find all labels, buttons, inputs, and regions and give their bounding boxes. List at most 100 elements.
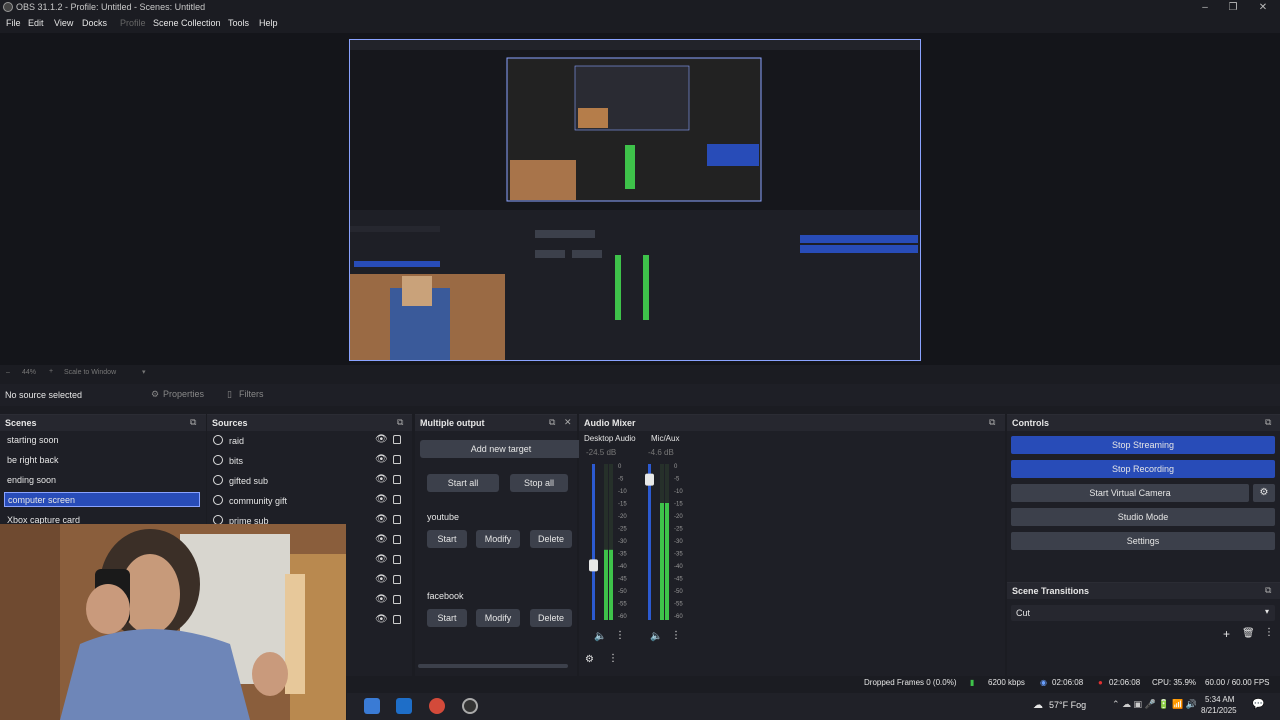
weather-icon: ☁ <box>1033 700 1043 711</box>
volume-fader-track[interactable] <box>592 464 595 620</box>
lock-icon[interactable] <box>393 555 401 564</box>
file-explorer-icon[interactable] <box>364 698 380 714</box>
scene-item[interactable]: ending soon <box>4 473 200 488</box>
eye-icon[interactable]: 👁 <box>375 514 388 525</box>
eye-icon[interactable]: 👁 <box>375 494 388 505</box>
eye-icon[interactable]: 👁 <box>375 454 388 465</box>
chevron-down-icon[interactable]: ▾ <box>142 368 146 376</box>
speaker-icon[interactable]: 🔈 <box>650 631 662 642</box>
start-all-button[interactable]: Start all <box>427 474 499 492</box>
dock-float-icon[interactable]: ⧉ <box>1265 585 1271 596</box>
eye-icon[interactable]: 👁 <box>375 434 388 445</box>
target-delete-button[interactable]: Delete <box>530 530 572 548</box>
target-start-button[interactable]: Start <box>427 609 467 627</box>
eye-icon[interactable]: 👁 <box>375 534 388 545</box>
volume-fader-track[interactable] <box>648 464 651 620</box>
menu-profile[interactable]: Profile <box>120 18 146 28</box>
notifications-icon[interactable]: 💬 <box>1252 699 1264 710</box>
eye-icon[interactable]: 👁 <box>375 574 388 585</box>
lock-icon[interactable] <box>393 575 401 584</box>
lock-icon[interactable] <box>393 615 401 624</box>
menu-edit[interactable]: Edit <box>28 18 44 28</box>
volume-fader-handle[interactable] <box>645 473 654 486</box>
webcam-overlay <box>0 524 346 720</box>
scene-item-selected[interactable]: computer screen <box>4 492 200 507</box>
studio-mode-button[interactable]: Studio Mode <box>1011 508 1275 526</box>
menu-tools[interactable]: Tools <box>228 18 249 28</box>
meter-scale-label: -50 <box>618 589 627 595</box>
dock-float-icon[interactable]: ⧉ <box>549 417 555 428</box>
chrome-icon[interactable] <box>429 698 445 714</box>
stop-streaming-button[interactable]: Stop Streaming <box>1011 436 1275 454</box>
more-options-icon[interactable]: ⋮ <box>671 630 681 641</box>
program-preview[interactable] <box>349 39 921 361</box>
clock-date[interactable]: 8/21/2025 <box>1201 706 1237 715</box>
horizontal-scrollbar[interactable] <box>418 664 568 668</box>
menu-docks[interactable]: Docks <box>82 18 107 28</box>
scale-dropdown[interactable]: Scale to Window <box>64 369 116 376</box>
meter-scale-label: -25 <box>618 527 627 533</box>
add-target-button[interactable]: Add new target <box>420 440 582 458</box>
target-modify-button[interactable]: Modify <box>476 530 520 548</box>
clock-time[interactable]: 5:34 AM <box>1205 695 1234 704</box>
obs-taskbar-icon[interactable] <box>462 698 478 714</box>
more-options-icon[interactable]: ⋮ <box>608 653 618 664</box>
eye-icon[interactable]: 👁 <box>375 614 388 625</box>
scene-item[interactable]: starting soon <box>4 433 200 448</box>
virtual-camera-settings-icon[interactable]: ⚙ <box>1253 484 1275 502</box>
source-row[interactable]: gifted sub 👁 <box>213 474 405 489</box>
lock-icon[interactable] <box>393 495 401 504</box>
more-options-icon[interactable]: ⋮ <box>1264 627 1274 638</box>
eye-icon[interactable]: 👁 <box>375 554 388 565</box>
menu-view[interactable]: View <box>54 18 73 28</box>
scene-transitions-title: Scene Transitions <box>1012 586 1090 596</box>
lock-icon[interactable] <box>393 595 401 604</box>
minimize-icon[interactable]: – <box>1190 0 1220 16</box>
transition-select[interactable]: Cut ▾ <box>1011 605 1275 621</box>
filters-button[interactable]: Filters <box>239 389 264 399</box>
eye-icon[interactable]: 👁 <box>375 594 388 605</box>
target-delete-button[interactable]: Delete <box>530 609 572 627</box>
dock-float-icon[interactable]: ⧉ <box>397 417 403 428</box>
outlook-icon[interactable] <box>396 698 412 714</box>
zoom-out-icon[interactable]: – <box>6 369 10 376</box>
source-label: gifted sub <box>229 476 269 486</box>
menu-scene-collection[interactable]: Scene Collection <box>153 18 221 28</box>
lock-icon[interactable] <box>393 455 401 464</box>
source-row[interactable]: community gift 👁 <box>213 494 405 509</box>
add-icon[interactable]: + <box>1223 627 1230 641</box>
start-virtual-camera-button[interactable]: Start Virtual Camera <box>1011 484 1249 502</box>
maximize-icon[interactable]: ❐ <box>1218 0 1248 16</box>
stop-all-button[interactable]: Stop all <box>510 474 568 492</box>
lock-icon[interactable] <box>393 535 401 544</box>
weather-text[interactable]: 57°F Fog <box>1049 700 1086 710</box>
menu-file[interactable]: File <box>6 18 21 28</box>
dock-float-icon[interactable]: ⧉ <box>989 417 995 428</box>
properties-button[interactable]: Properties <box>163 389 204 399</box>
lock-icon[interactable] <box>393 515 401 524</box>
source-row[interactable]: bits 👁 <box>213 454 405 469</box>
stop-recording-button[interactable]: Stop Recording <box>1011 460 1275 478</box>
settings-button[interactable]: Settings <box>1011 532 1275 550</box>
scene-item[interactable]: be right back <box>4 453 200 468</box>
volume-fader-handle[interactable] <box>589 559 598 572</box>
mixer-settings-icon[interactable]: ⚙ <box>585 654 594 665</box>
zoom-bar: – 44% + Scale to Window ▾ <box>0 366 1280 380</box>
dock-float-icon[interactable]: ⧉ <box>190 417 196 428</box>
target-start-button[interactable]: Start <box>427 530 467 548</box>
speaker-icon[interactable]: 🔈 <box>594 631 606 642</box>
zoom-in-icon[interactable]: + <box>49 368 53 375</box>
zoom-level: 44% <box>22 369 37 376</box>
menu-help[interactable]: Help <box>259 18 278 28</box>
lock-icon[interactable] <box>393 435 401 444</box>
eye-icon[interactable]: 👁 <box>375 474 388 485</box>
dock-float-icon[interactable]: ⧉ <box>1265 417 1271 428</box>
close-icon[interactable]: ✕ <box>1248 0 1278 16</box>
more-options-icon[interactable]: ⋮ <box>615 630 625 641</box>
lock-icon[interactable] <box>393 475 401 484</box>
dock-close-icon[interactable]: ✕ <box>564 417 572 428</box>
trash-icon[interactable]: 🗑 <box>1242 628 1255 639</box>
system-tray-icons[interactable]: ⌃ ☁ ▣ 🎤 🔋 📶 🔊 <box>1112 699 1197 710</box>
target-modify-button[interactable]: Modify <box>476 609 520 627</box>
source-row[interactable]: raid 👁 <box>213 434 405 449</box>
